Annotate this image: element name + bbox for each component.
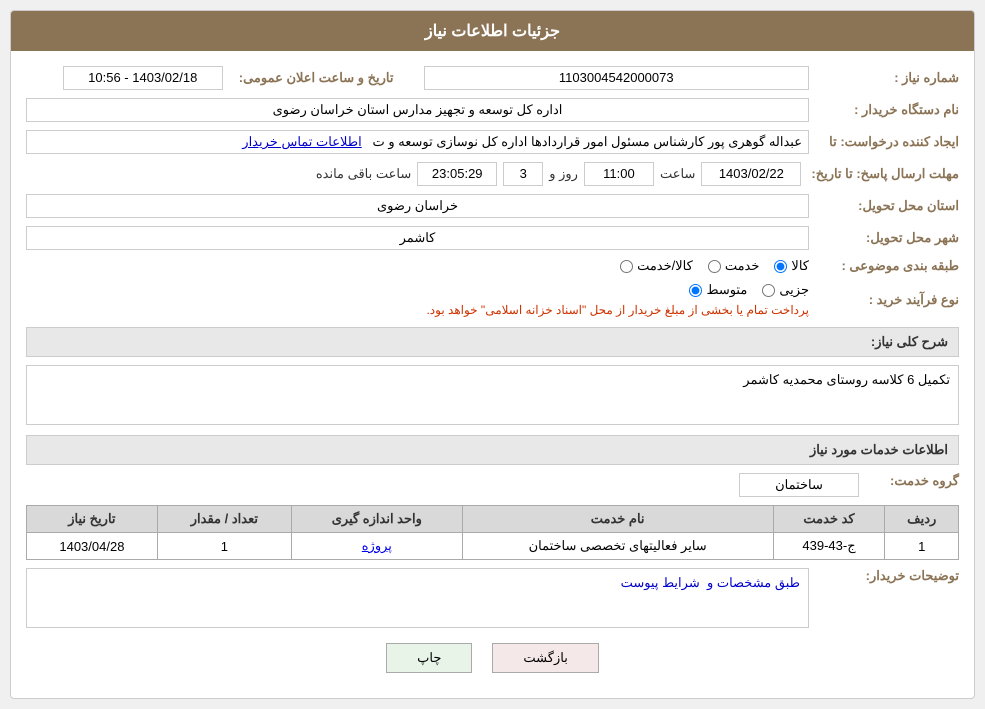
print-button[interactable]: چاپ bbox=[386, 643, 472, 673]
table-row: 1 ج-43-439 سایر فعالیتهای تخصصی ساختمان … bbox=[27, 533, 959, 560]
col-header-unit: واحد اندازه گیری bbox=[291, 506, 462, 533]
announce-datetime-label: تاریخ و ساعت اعلان عمومی: bbox=[229, 70, 394, 86]
category-kala-radio[interactable] bbox=[774, 260, 787, 273]
category-khedmat-option[interactable]: خدمت bbox=[708, 258, 760, 274]
need-desc-textarea bbox=[26, 365, 959, 425]
back-button[interactable]: بازگشت bbox=[492, 643, 598, 673]
cell-unit-1: پروژه bbox=[291, 533, 462, 560]
page-title: جزئیات اطلاعات نیاز bbox=[11, 11, 974, 51]
col-header-name: نام خدمت bbox=[462, 506, 773, 533]
process-jozi-option[interactable]: جزیی bbox=[762, 282, 809, 298]
cell-qty-1: 1 bbox=[157, 533, 291, 560]
reply-days: 3 bbox=[503, 162, 543, 186]
process-motavasset-option[interactable]: متوسط bbox=[689, 282, 747, 298]
process-jozi-label: جزیی bbox=[779, 282, 809, 298]
buyer-notes-textarea bbox=[26, 568, 809, 628]
buttons-row: بازگشت چاپ bbox=[26, 643, 959, 683]
category-kala-label: کالا bbox=[791, 258, 809, 274]
creator-label: ایجاد کننده درخواست: تا bbox=[809, 134, 959, 150]
category-kala-khedmat-radio[interactable] bbox=[620, 260, 633, 273]
cell-row-1: 1 bbox=[885, 533, 959, 560]
reply-time-label: ساعت bbox=[660, 166, 695, 182]
col-header-row: ردیف bbox=[885, 506, 959, 533]
process-note: پرداخت تمام یا بخشی از مبلغ خریدار از مح… bbox=[426, 303, 809, 317]
need-number-value: 1103004542000073 bbox=[424, 66, 810, 90]
category-khedmat-radio[interactable] bbox=[708, 260, 721, 273]
col-header-date: تاریخ نیاز bbox=[27, 506, 158, 533]
city-label: شهر محل تحویل: bbox=[809, 230, 959, 246]
cell-date-1: 1403/04/28 bbox=[27, 533, 158, 560]
category-kala-khedmat-label: کالا/خدمت bbox=[637, 258, 693, 274]
service-group-value: ساختمان bbox=[739, 473, 859, 497]
process-type-label: نوع فرآیند خرید : bbox=[809, 292, 959, 308]
buyer-org-value: اداره کل توسعه و تجهیز مدارس استان خراسا… bbox=[26, 98, 809, 122]
reply-deadline-label: مهلت ارسال پاسخ: تا تاریخ: bbox=[801, 166, 959, 182]
category-kala-khedmat-option[interactable]: کالا/خدمت bbox=[620, 258, 693, 274]
buyer-org-label: نام دستگاه خریدار : bbox=[809, 102, 959, 118]
creator-value: عبداله گوهری پور کارشناس مسئول امور قرار… bbox=[373, 134, 802, 149]
reply-date: 1403/02/22 bbox=[701, 162, 801, 186]
announce-datetime-value: 1403/02/18 - 10:56 bbox=[63, 66, 223, 90]
category-label: طبقه بندی موضوعی : bbox=[809, 258, 959, 274]
process-motavasset-label: متوسط bbox=[706, 282, 747, 298]
reply-remaining-label: ساعت باقی مانده bbox=[316, 166, 411, 182]
province-value: خراسان رضوی bbox=[26, 194, 809, 218]
need-desc-section-header: شرح کلی نیاز: bbox=[26, 327, 959, 357]
city-value: کاشمر bbox=[26, 226, 809, 250]
reply-day-label: روز و bbox=[549, 166, 578, 182]
services-table: ردیف کد خدمت نام خدمت واحد اندازه گیری ت… bbox=[26, 505, 959, 560]
cell-code-1: ج-43-439 bbox=[773, 533, 885, 560]
services-section-header: اطلاعات خدمات مورد نیاز bbox=[26, 435, 959, 465]
reply-time: 11:00 bbox=[584, 162, 654, 186]
reply-remaining: 23:05:29 bbox=[417, 162, 497, 186]
service-group-label: گروه خدمت: bbox=[859, 473, 959, 489]
buyer-notes-label: توضیحات خریدار: bbox=[809, 568, 959, 584]
col-header-qty: تعداد / مقدار bbox=[157, 506, 291, 533]
province-label: استان محل تحویل: bbox=[809, 198, 959, 214]
process-jozi-radio[interactable] bbox=[762, 284, 775, 297]
need-number-label: شماره نیاز : bbox=[809, 70, 959, 86]
category-khedmat-label: خدمت bbox=[725, 258, 760, 274]
process-motavasset-radio[interactable] bbox=[689, 284, 702, 297]
creator-contact-link[interactable]: اطلاعات تماس خریدار bbox=[242, 134, 361, 149]
col-header-code: کد خدمت bbox=[773, 506, 885, 533]
cell-name-1: سایر فعالیتهای تخصصی ساختمان bbox=[462, 533, 773, 560]
category-kala-option[interactable]: کالا bbox=[774, 258, 809, 274]
